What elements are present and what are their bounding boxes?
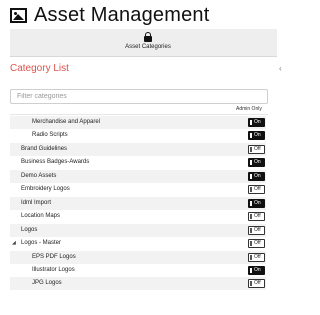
app-header: Asset Management bbox=[10, 2, 210, 28]
collapse-handle-icon[interactable]: ‹ bbox=[279, 64, 282, 73]
admin-only-toggle[interactable]: Off bbox=[248, 212, 265, 222]
admin-only-toggle[interactable]: On bbox=[248, 171, 265, 181]
filter-input[interactable] bbox=[10, 89, 268, 104]
section-title: Category List bbox=[10, 63, 69, 74]
category-label: EPS PDF Logos bbox=[32, 253, 76, 260]
admin-only-toggle[interactable]: Off bbox=[248, 252, 265, 262]
admin-only-toggle[interactable]: Off bbox=[248, 239, 265, 249]
category-row[interactable]: JPG Logos Off bbox=[10, 277, 266, 291]
category-label: Logos bbox=[21, 226, 38, 233]
category-tree: Merchandise and Apparel On Radio Scripts On… bbox=[10, 114, 268, 296]
tab-asset-categories[interactable]: Asset Categories bbox=[113, 32, 183, 56]
admin-only-toggle[interactable]: Off bbox=[248, 279, 265, 289]
admin-only-toggle[interactable]: On bbox=[248, 131, 265, 141]
admin-only-toggle[interactable]: Off bbox=[248, 225, 265, 235]
admin-only-toggle[interactable]: On bbox=[248, 265, 265, 275]
admin-only-toggle[interactable]: Off bbox=[248, 144, 265, 154]
category-label: Logos - Master bbox=[21, 240, 62, 247]
image-icon bbox=[10, 7, 27, 23]
category-row[interactable]: Demo Assets On bbox=[10, 169, 266, 183]
category-row[interactable]: EPS PDF Logos Off bbox=[10, 250, 266, 264]
category-row[interactable]: Brand Guidelines Off bbox=[10, 142, 266, 156]
category-row[interactable]: Logos Off bbox=[10, 223, 266, 237]
category-label: Merchandise and Apparel bbox=[32, 119, 101, 125]
category-row[interactable]: Embroidery Logos Off bbox=[10, 183, 266, 196]
tab-bar: Asset Categories bbox=[10, 29, 277, 57]
category-label: Location Maps bbox=[21, 213, 61, 220]
category-label: JPG Logos bbox=[32, 280, 62, 287]
page-title: Asset Management bbox=[34, 3, 210, 26]
admin-only-toggle[interactable]: On bbox=[248, 158, 265, 168]
category-label: Radio Scripts bbox=[32, 132, 68, 139]
category-row[interactable]: Illustrator Logos On bbox=[10, 264, 266, 277]
category-row[interactable]: Idml Import On bbox=[10, 196, 266, 210]
category-label: Business Badges-Awards bbox=[21, 159, 90, 166]
tab-label: Asset Categories bbox=[125, 44, 171, 50]
category-row[interactable]: Location Maps Off bbox=[10, 210, 266, 223]
category-row[interactable]: ◢ Logos - Master Off bbox=[10, 237, 266, 250]
category-row[interactable]: Merchandise and Apparel On bbox=[10, 116, 266, 129]
expand-toggle-icon[interactable]: ◢ bbox=[12, 240, 16, 246]
admin-only-column-header: Admin Only bbox=[236, 106, 262, 112]
admin-only-toggle[interactable]: On bbox=[248, 198, 265, 208]
category-label: Demo Assets bbox=[21, 172, 57, 179]
admin-only-toggle[interactable]: On bbox=[248, 118, 265, 127]
category-label: Embroidery Logos bbox=[21, 186, 70, 193]
category-label: Illustrator Logos bbox=[32, 266, 75, 273]
lock-icon bbox=[144, 32, 152, 42]
category-row[interactable]: Radio Scripts On bbox=[10, 129, 266, 142]
category-row[interactable]: Business Badges-Awards On bbox=[10, 156, 266, 169]
category-label: Idml Import bbox=[21, 199, 52, 206]
category-label: Brand Guidelines bbox=[21, 145, 68, 152]
admin-only-toggle[interactable]: Off bbox=[248, 185, 265, 195]
